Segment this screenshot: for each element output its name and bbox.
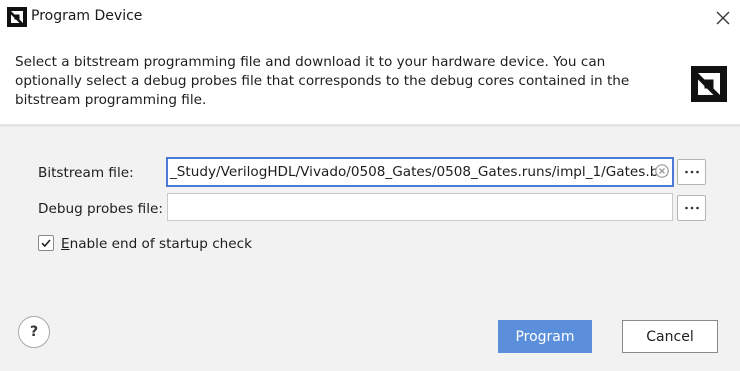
checkmark-icon [41, 239, 51, 248]
close-icon [716, 11, 730, 25]
title-bar: Program Device [0, 0, 740, 36]
bitstream-browse-button[interactable] [677, 159, 706, 185]
bitstream-file-input[interactable]: _Study/VerilogHDL/Vivado/0508_Gates/0508… [166, 157, 674, 187]
amd-logo-icon [7, 7, 27, 27]
debug-probes-input[interactable] [167, 193, 673, 221]
debug-probes-label: Debug probes file: [38, 201, 163, 217]
startup-check-checkbox[interactable] [38, 235, 54, 251]
dialog-header: Select a bitstream programming file and … [0, 36, 740, 125]
ellipsis-icon [684, 206, 699, 210]
bitstream-file-value: _Study/VerilogHDL/Vivado/0508_Gates/0508… [170, 164, 668, 180]
help-button[interactable]: ? [18, 316, 50, 348]
window-title: Program Device [31, 8, 143, 24]
amd-logo-icon [691, 66, 727, 102]
startup-check-label[interactable]: Enable end of startup check [61, 236, 252, 252]
debug-probes-browse-button[interactable] [677, 195, 706, 221]
program-button[interactable]: Program [498, 320, 592, 353]
dialog-description: Select a bitstream programming file and … [15, 54, 630, 108]
cancel-button[interactable]: Cancel [622, 320, 718, 353]
clear-icon[interactable] [655, 164, 669, 178]
ellipsis-icon [684, 170, 699, 174]
bitstream-file-label: Bitstream file: [38, 165, 134, 181]
close-button[interactable] [710, 6, 736, 30]
